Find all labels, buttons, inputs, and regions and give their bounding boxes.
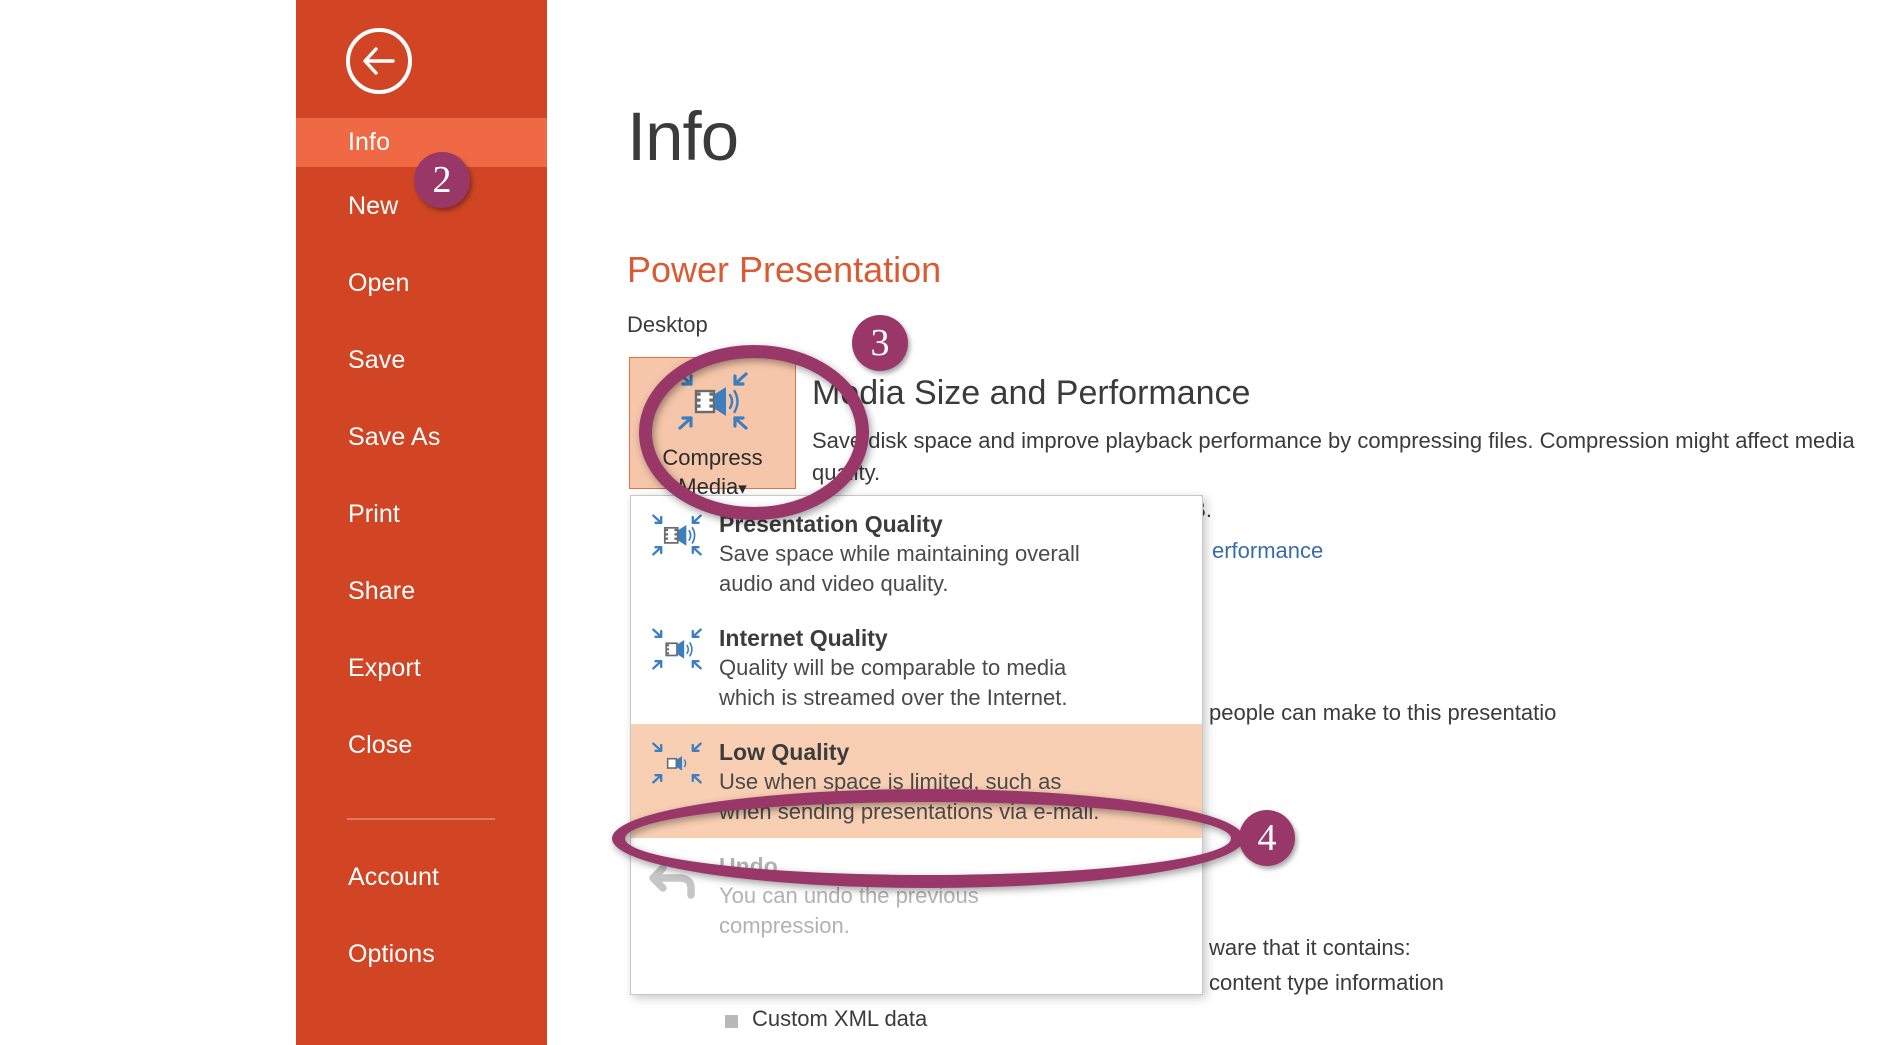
custom-xml-bullet-label: Custom XML data (752, 1006, 928, 1031)
performance-link[interactable]: erformance (1212, 538, 1323, 564)
menu-item-text: Low Quality Use when space is limited, s… (719, 735, 1099, 827)
menu-item-internet-quality[interactable]: Internet Quality Quality will be compara… (631, 610, 1202, 724)
menu-item-text: Internet Quality Quality will be compara… (719, 621, 1068, 713)
sidebar-item-options[interactable]: Options (296, 930, 547, 979)
sidebar-item-print[interactable]: Print (296, 490, 547, 539)
menu-item-presentation-quality[interactable]: Presentation Quality Save space while ma… (631, 496, 1202, 610)
sidebar-item-save-as[interactable]: Save As (296, 413, 547, 462)
back-arrow-icon (363, 47, 395, 75)
menu-item-desc-line2: audio and video quality. (719, 571, 949, 596)
bullet-square-icon (725, 1015, 738, 1028)
back-arrow-button[interactable] (346, 28, 412, 94)
sidebar-item-label: Account (348, 863, 440, 891)
menu-item-desc-line1: You can undo the previous (719, 883, 979, 908)
menu-item-desc-line1: Use when space is limited, such as (719, 769, 1062, 794)
compress-media-icon (674, 370, 752, 437)
sidebar-item-info[interactable]: Info (296, 118, 547, 167)
sidebar-item-label: Options (348, 940, 435, 968)
menu-item-title: Internet Quality (719, 625, 888, 651)
sidebar-item-label: Share (348, 577, 416, 605)
compress-label-line1: Compress (662, 445, 763, 470)
menu-item-desc-line2: compression. (719, 913, 850, 938)
menu-item-low-quality[interactable]: Low Quality Use when space is limited, s… (631, 724, 1202, 838)
document-path: Desktop (627, 312, 708, 337)
sidebar-item-label: Print (348, 500, 400, 528)
inspect-document-text-2: content type information (1209, 970, 1444, 995)
document-title: Power Presentation (627, 249, 942, 290)
compress-internet-quality-icon (649, 621, 705, 713)
protect-presentation-text: people can make to this presentatio (1209, 700, 1557, 725)
sidebar-item-close[interactable]: Close (296, 721, 547, 770)
sidebar-item-account[interactable]: Account (296, 853, 547, 902)
sidebar-item-label: Info (348, 128, 391, 156)
menu-item-undo: Undo You can undo the previous compressi… (631, 838, 1202, 952)
sidebar-item-label: Open (348, 269, 410, 297)
sidebar-item-new[interactable]: New (296, 182, 547, 231)
menu-item-title: Presentation Quality (719, 511, 943, 537)
sidebar-item-label: Close (348, 731, 413, 759)
sidebar-divider (347, 818, 495, 820)
menu-item-text: Presentation Quality Save space while ma… (719, 507, 1080, 599)
compress-media-dropdown-menu: Presentation Quality Save space while ma… (630, 495, 1203, 995)
custom-xml-bullet: Custom XML data (725, 1006, 927, 1032)
sidebar-item-label: Save As (348, 423, 441, 451)
compress-media-button-label: Compress Media▾ (662, 443, 762, 503)
sidebar-item-export[interactable]: Export (296, 644, 547, 693)
menu-item-text: Undo You can undo the previous compressi… (719, 849, 979, 941)
undo-arrow-icon (649, 849, 705, 941)
page-title: Info (627, 98, 739, 175)
media-size-heading: Media Size and Performance (812, 374, 1251, 412)
media-size-description: Save disk space and improve playback per… (812, 428, 1855, 485)
compress-media-button[interactable]: Compress Media▾ (629, 357, 796, 499)
backstage-main-pane: Info Power Presentation Desktop Compress… (547, 0, 1890, 1045)
compress-presentation-quality-icon (649, 507, 705, 599)
backstage-sidebar: Info New Open Save Save As Print Share E… (296, 0, 547, 1045)
menu-item-title: Low Quality (719, 739, 850, 765)
sidebar-item-open[interactable]: Open (296, 259, 547, 308)
powerpoint-backstage-screen: Info New Open Save Save As Print Share E… (0, 0, 1890, 1045)
menu-item-desc-line1: Quality will be comparable to media (719, 655, 1067, 680)
sidebar-item-label: Save (348, 346, 406, 374)
sidebar-item-label: Export (348, 654, 421, 682)
menu-item-desc-line2: which is streamed over the Internet. (719, 685, 1068, 710)
menu-item-desc-line1: Save space while maintaining overall (719, 541, 1080, 566)
sidebar-item-save[interactable]: Save (296, 336, 547, 385)
sidebar-item-share[interactable]: Share (296, 567, 547, 616)
compress-low-quality-icon (649, 735, 705, 827)
menu-item-title: Undo (719, 853, 778, 879)
menu-item-desc-line2: when sending presentations via e-mail. (719, 799, 1100, 824)
sidebar-item-label: New (348, 192, 399, 220)
inspect-document-text-1: ware that it contains: (1209, 935, 1411, 960)
